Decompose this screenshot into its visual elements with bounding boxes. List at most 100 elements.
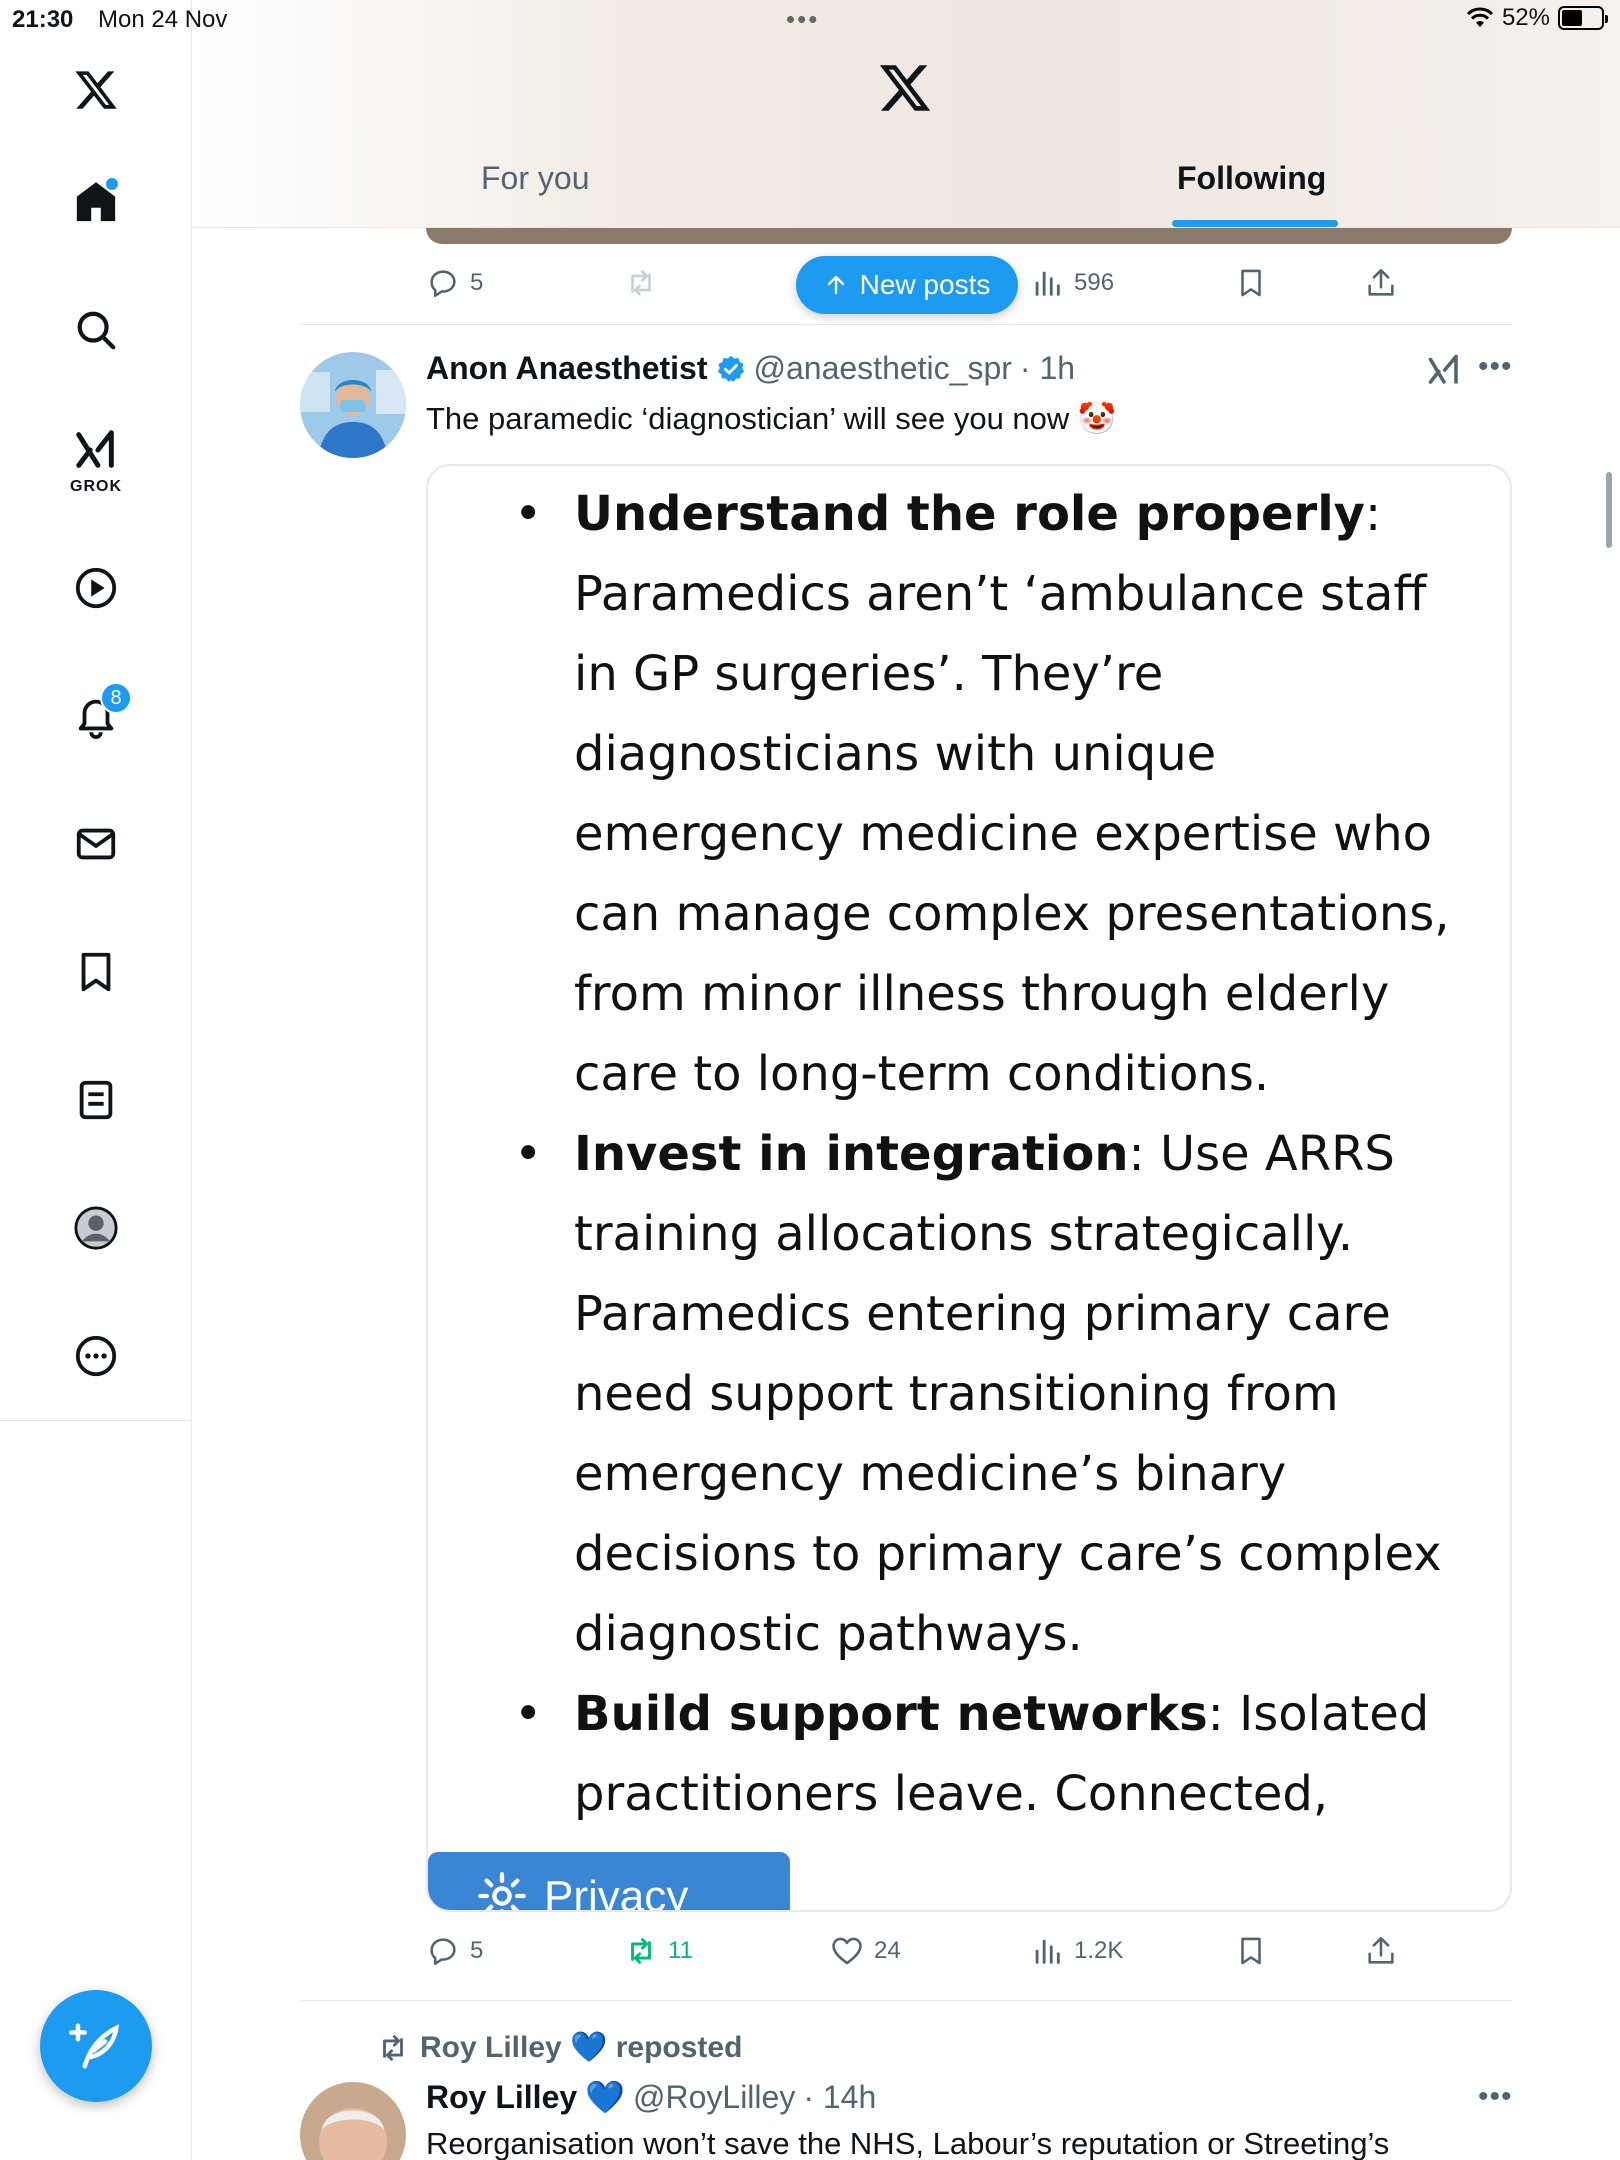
reply-button[interactable]: 5 [426, 266, 483, 300]
status-indicators: 52% [1466, 4, 1608, 32]
notifications-bell-icon[interactable]: 8 [66, 682, 132, 746]
profile-emoji-badge: 💙 [585, 2079, 625, 2115]
more-options-icon[interactable] [66, 1326, 126, 1386]
notifications-badge: 8 [100, 682, 132, 714]
privacy-button[interactable]: Privacy [428, 1852, 790, 1912]
previous-post-image[interactable] [426, 228, 1512, 244]
tab-selected-indicator [1172, 220, 1338, 227]
author-handle[interactable]: @RoyLilley [633, 2079, 795, 2116]
reply-icon [430, 270, 456, 298]
repost-context[interactable]: Roy Lilley 💙 reposted [376, 2030, 742, 2065]
post-more-icon[interactable]: ••• [1478, 350, 1513, 384]
reposted-by-label: Roy Lilley 💙 reposted [420, 2031, 743, 2064]
profile-avatar-icon[interactable] [66, 1198, 126, 1258]
scrollbar[interactable] [1606, 472, 1612, 548]
image-bullet-text: : Paramedics aren’t ‘ambulance staff in … [574, 486, 1450, 1102]
status-time: 21:30 [12, 6, 74, 33]
reply-icon [430, 1938, 456, 1966]
post-divider [300, 324, 1512, 325]
author-name[interactable]: Roy Lilley [426, 2079, 577, 2116]
repost-count: 11 [668, 1937, 693, 1964]
share-button[interactable] [1364, 1934, 1398, 1968]
author-avatar[interactable] [300, 352, 406, 458]
video-icon[interactable] [66, 558, 126, 618]
post-time[interactable]: · 1h [1020, 350, 1075, 387]
lists-icon[interactable] [66, 1070, 126, 1130]
status-date: Mon 24 Nov [98, 6, 228, 33]
views-icon [1035, 271, 1060, 296]
like-count: 24 [874, 1937, 901, 1964]
image-text-list: Understand the role properly: Paramedics… [428, 474, 1510, 1834]
reply-count: 5 [470, 269, 484, 296]
image-bullet-heading: Build support networks [574, 1686, 1208, 1742]
gear-icon [478, 1872, 526, 1910]
multitasking-dots-icon[interactable]: ••• [786, 4, 819, 35]
battery-icon [1558, 6, 1608, 30]
mail-icon[interactable] [66, 814, 126, 874]
post-time[interactable]: · 14h [803, 2079, 876, 2116]
tab-following[interactable]: Following [1177, 160, 1326, 197]
grok-label: GROK [70, 478, 122, 495]
image-bullet-heading: Understand the role properly [574, 486, 1365, 542]
image-bullet-text: : Use ARRS training allocations strategi… [574, 1126, 1442, 1662]
grok-explain-icon[interactable] [1426, 352, 1462, 388]
grok-icon[interactable] [66, 420, 126, 480]
sidebar: GROK 8 [0, 0, 192, 2160]
share-icon [1368, 1936, 1394, 1964]
privacy-label: Privacy [544, 1872, 689, 1912]
post-more-icon[interactable]: ••• [1478, 2080, 1513, 2114]
bookmark-icon [1241, 269, 1261, 297]
repost-icon [383, 2034, 403, 2061]
repost-icon [631, 1938, 651, 1964]
wifi-icon [1466, 7, 1494, 27]
x-logo-icon[interactable] [66, 60, 126, 120]
post-actions: 5 11 24 1.2K [426, 1934, 1512, 1974]
views-count: 1.2K [1074, 1937, 1124, 1964]
share-button[interactable] [1364, 266, 1398, 300]
tab-for-you[interactable]: For you [481, 160, 589, 197]
search-icon[interactable] [66, 300, 126, 360]
tweet-image[interactable]: Understand the role properly: Paramedics… [426, 464, 1512, 1912]
verified-badge-icon [717, 355, 744, 382]
bookmark-icon [1241, 1937, 1261, 1965]
author-avatar[interactable] [300, 2082, 406, 2160]
x-logo-icon[interactable] [877, 60, 933, 116]
author-handle[interactable]: @anaesthetic_spr [754, 350, 1012, 387]
repost-button[interactable]: 11 [624, 1934, 693, 1968]
tweet-header: Anon Anaesthetist @anaesthetic_spr · 1h [426, 350, 1075, 387]
compose-post-button[interactable] [40, 1990, 152, 2102]
home-icon[interactable] [66, 172, 126, 232]
tweet-text: Reorganisation won’t save the NHS, Labou… [426, 2126, 1390, 2160]
like-button[interactable]: 24 [830, 1934, 901, 1968]
tweet-header: Roy Lilley 💙 @RoyLilley · 14h [426, 2078, 876, 2116]
status-bar: 21:30 Mon 24 Nov ••• 52% [0, 0, 1620, 40]
views-button[interactable]: 596 [1030, 266, 1114, 300]
arrow-up-icon [827, 275, 844, 295]
reply-button[interactable]: 5 [426, 1934, 483, 1968]
repost-icon [631, 270, 651, 296]
sidebar-divider [0, 1420, 192, 1421]
image-bullet: Build support networks: Isolated practit… [428, 1674, 1510, 1834]
battery-percent: 52% [1501, 4, 1550, 31]
heart-icon [832, 1937, 862, 1965]
image-bullet: Invest in integration: Use ARRS training… [428, 1114, 1510, 1674]
bookmark-button[interactable] [1234, 266, 1268, 300]
reply-count: 5 [470, 1937, 484, 1964]
post-divider [300, 2000, 1512, 2001]
new-posts-button[interactable]: New posts [796, 256, 1018, 314]
image-bullet: Understand the role properly: Paramedics… [428, 474, 1510, 1114]
views-icon [1035, 1939, 1060, 1964]
bookmark-icon[interactable] [66, 942, 126, 1002]
author-name[interactable]: Anon Anaesthetist [426, 350, 708, 387]
views-count: 596 [1074, 269, 1115, 296]
battery-level [1562, 10, 1582, 26]
views-button[interactable]: 1.2K [1030, 1934, 1123, 1968]
tweet-text: The paramedic ‘diagnostician’ will see y… [426, 401, 1117, 436]
repost-button[interactable] [624, 266, 658, 300]
home-unread-dot [106, 178, 118, 190]
compose-feather-icon [69, 2023, 120, 2069]
share-icon [1368, 268, 1394, 296]
new-posts-label: New posts [859, 269, 991, 300]
bookmark-button[interactable] [1234, 1934, 1268, 1968]
image-bullet-heading: Invest in integration [574, 1126, 1129, 1182]
